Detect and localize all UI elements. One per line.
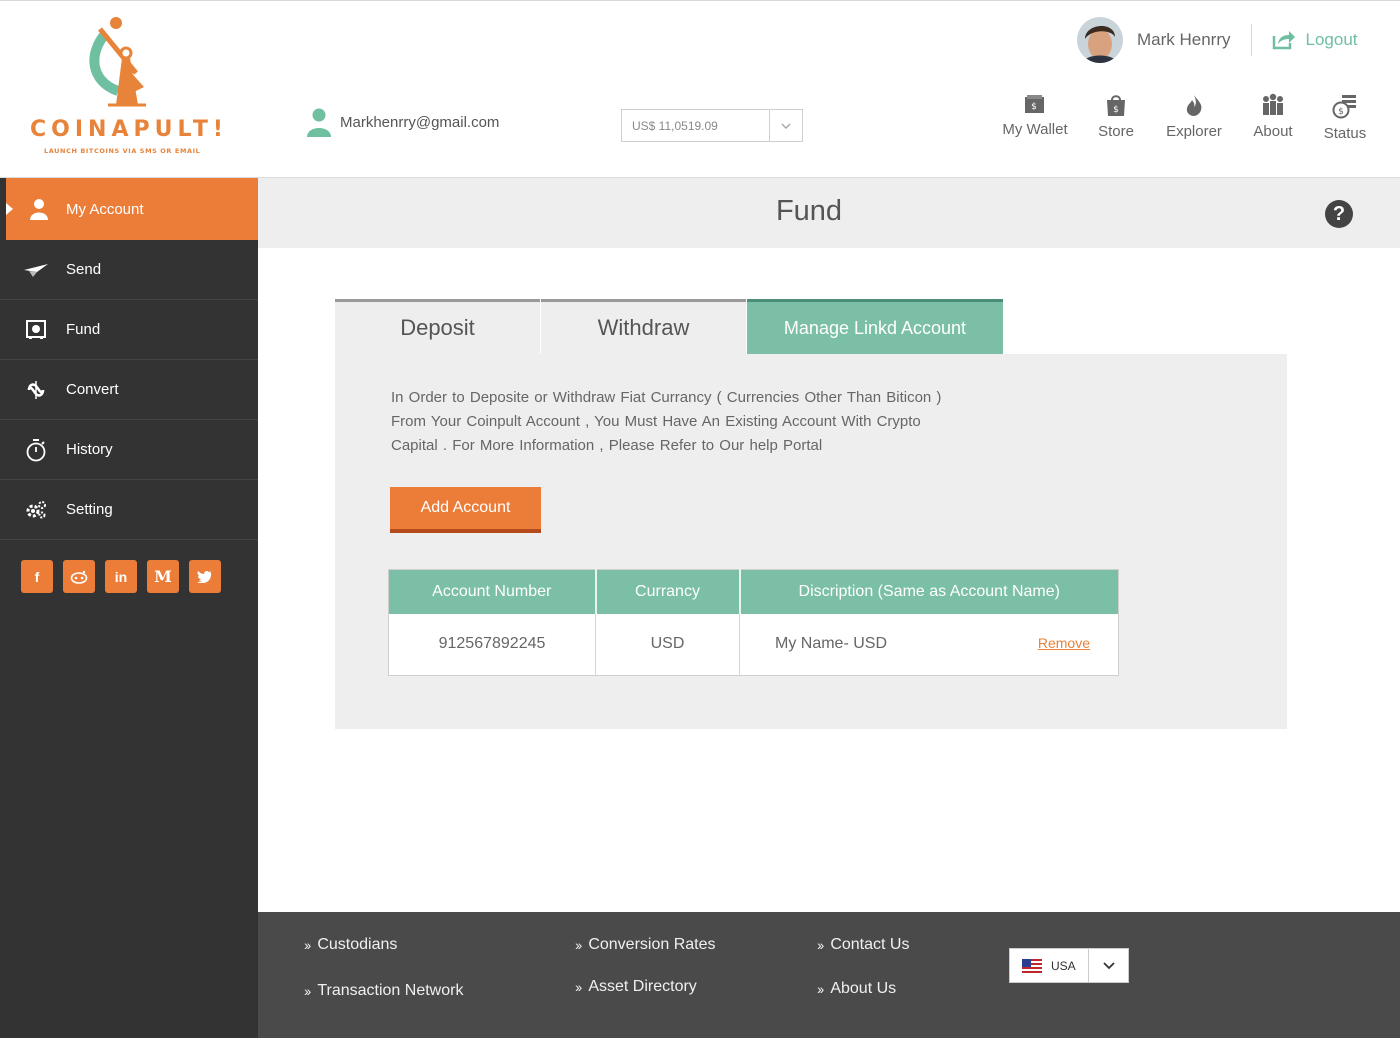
- reddit-button[interactable]: [63, 560, 95, 593]
- svg-text:$: $: [1031, 102, 1037, 112]
- wallet-icon: $: [1025, 95, 1044, 113]
- sidebar-item-setting[interactable]: Setting: [0, 480, 258, 540]
- page-title: Fund: [775, 195, 843, 227]
- footer-link-contact-us[interactable]: ›› Contact Us: [817, 936, 909, 954]
- chevron-down-icon[interactable]: [769, 110, 802, 141]
- sidebar-item-label: Send: [66, 261, 102, 278]
- user-icon: [307, 108, 331, 137]
- reddit-icon: [70, 570, 88, 584]
- facebook-button[interactable]: f: [21, 560, 53, 593]
- gears-icon: [26, 500, 46, 518]
- tab-manage-linked-account[interactable]: Manage Linkd Account: [747, 299, 1003, 354]
- email-text: Markhenrry@gmail.com: [340, 113, 500, 131]
- nav-my-wallet[interactable]: $ My Wallet: [990, 93, 1080, 142]
- double-chevron-icon: ››: [817, 981, 824, 997]
- sidebar-item-label: Convert: [66, 381, 119, 398]
- footer-link-custodians[interactable]: ›› Custodians: [304, 936, 397, 954]
- profile-area: Mark Henrry Logout: [1077, 17, 1358, 63]
- convert-icon: [27, 380, 45, 399]
- medium-button[interactable]: M: [147, 560, 179, 593]
- avatar[interactable]: [1077, 17, 1123, 63]
- medium-icon: M: [154, 567, 172, 586]
- top-nav: $ My Wallet $ Store Explorer About $ Sta…: [990, 93, 1380, 142]
- add-account-button[interactable]: Add Account: [390, 487, 541, 533]
- sidebar-item-label: My Account: [66, 200, 144, 218]
- sidebar-item-label: Fund: [66, 321, 101, 338]
- sidebar-item-label: History: [66, 441, 113, 458]
- sidebar: My Account Send Fund Convert History Set…: [0, 178, 258, 1038]
- sidebar-item-send[interactable]: Send: [0, 240, 258, 300]
- brand-tagline: LAUNCH BITCOINS VIA SMS OR EMAIL: [44, 147, 201, 155]
- safe-icon: [26, 319, 46, 339]
- tab-withdraw[interactable]: Withdraw: [541, 299, 746, 354]
- sidebar-item-fund[interactable]: Fund: [0, 300, 258, 360]
- nav-store[interactable]: $ Store: [1080, 93, 1152, 142]
- title-bar: Fund ?: [258, 178, 1400, 248]
- linked-accounts-table: Account Number Currancy Discription (Sam…: [388, 569, 1119, 676]
- column-header: Currancy: [595, 569, 741, 614]
- people-icon: [1263, 93, 1283, 115]
- double-chevron-icon: ››: [575, 937, 582, 953]
- double-chevron-icon: ››: [304, 937, 311, 953]
- fund-tabs: Deposit Withdraw Manage Linkd Account: [335, 299, 1003, 354]
- double-chevron-icon: ››: [304, 983, 311, 999]
- stopwatch-icon: [26, 438, 46, 461]
- nav-about[interactable]: About: [1236, 93, 1310, 142]
- logout-label: Logout: [1305, 30, 1358, 49]
- sidebar-item-label: Setting: [66, 501, 113, 518]
- tab-deposit[interactable]: Deposit: [335, 299, 540, 354]
- logout-icon: [1272, 31, 1295, 50]
- linkedin-icon: in: [114, 568, 128, 585]
- info-text: In Order to Deposite or Withdraw Fiat Cu…: [391, 389, 942, 454]
- table-row: 912567892245 USD My Name- USD Remove: [388, 613, 1119, 676]
- user-email: Markhenrry@gmail.com: [306, 107, 499, 137]
- country-select[interactable]: USA: [1009, 948, 1129, 983]
- sidebar-item-my-account[interactable]: My Account: [6, 178, 258, 240]
- trebuchet-logo-icon: [89, 17, 146, 107]
- twitter-icon: [197, 570, 212, 583]
- coinapult-logo[interactable]: COINAPULT! LAUNCH BITCOINS VIA SMS OR EM…: [28, 13, 228, 163]
- user-name: Mark Henrry: [1137, 30, 1231, 49]
- help-icon[interactable]: ?: [1325, 200, 1353, 228]
- remove-link[interactable]: Remove: [1038, 635, 1090, 651]
- coin-stack-icon: $: [1332, 95, 1356, 119]
- twitter-button[interactable]: [189, 560, 221, 593]
- linkedin-button[interactable]: in: [105, 560, 137, 593]
- footer-link-conversion-rates[interactable]: ›› Conversion Rates: [575, 936, 716, 954]
- brand-name: COINAPULT!: [30, 117, 228, 142]
- tab-panel: In Order to Deposite or Withdraw Fiat Cu…: [335, 354, 1287, 729]
- svg-text:$: $: [1113, 105, 1119, 115]
- flame-icon: [1186, 95, 1202, 116]
- double-chevron-icon: ››: [817, 937, 824, 953]
- user-icon: [30, 199, 48, 220]
- us-flag-icon: [1022, 958, 1042, 973]
- column-header: Account Number: [388, 569, 597, 614]
- column-header: Discription (Same as Account Name): [739, 569, 1119, 614]
- footer-link-about-us[interactable]: ›› About Us: [817, 980, 896, 998]
- double-chevron-icon: ››: [575, 979, 582, 995]
- chevron-down-icon[interactable]: [1088, 949, 1128, 982]
- store-bag-icon: $: [1107, 95, 1125, 116]
- account-number-cell: 912567892245: [388, 613, 596, 676]
- svg-text:$: $: [1338, 107, 1344, 117]
- social-links: f in M: [0, 540, 258, 593]
- sidebar-item-history[interactable]: History: [0, 420, 258, 480]
- footer: ›› Custodians ›› Transaction Network ›› …: [258, 912, 1400, 1038]
- header: COINAPULT! LAUNCH BITCOINS VIA SMS OR EM…: [0, 0, 1400, 178]
- country-value: USA: [1051, 958, 1076, 973]
- paper-plane-icon: [24, 263, 48, 277]
- divider: [1250, 24, 1252, 56]
- nav-explorer[interactable]: Explorer: [1152, 93, 1236, 142]
- logout-button[interactable]: Logout: [1272, 30, 1358, 50]
- description-cell: My Name- USD Remove: [775, 634, 1090, 653]
- balance-select[interactable]: US$ 11,0519.09: [621, 109, 803, 142]
- sidebar-item-convert[interactable]: Convert: [0, 360, 258, 420]
- nav-status[interactable]: $ Status: [1310, 93, 1380, 142]
- footer-link-transaction-network[interactable]: ›› Transaction Network: [304, 982, 463, 1000]
- facebook-icon: f: [34, 568, 40, 585]
- footer-link-asset-directory[interactable]: ›› Asset Directory: [575, 978, 697, 996]
- balance-value: US$ 11,0519.09: [632, 119, 718, 133]
- currency-cell: USD: [595, 613, 740, 676]
